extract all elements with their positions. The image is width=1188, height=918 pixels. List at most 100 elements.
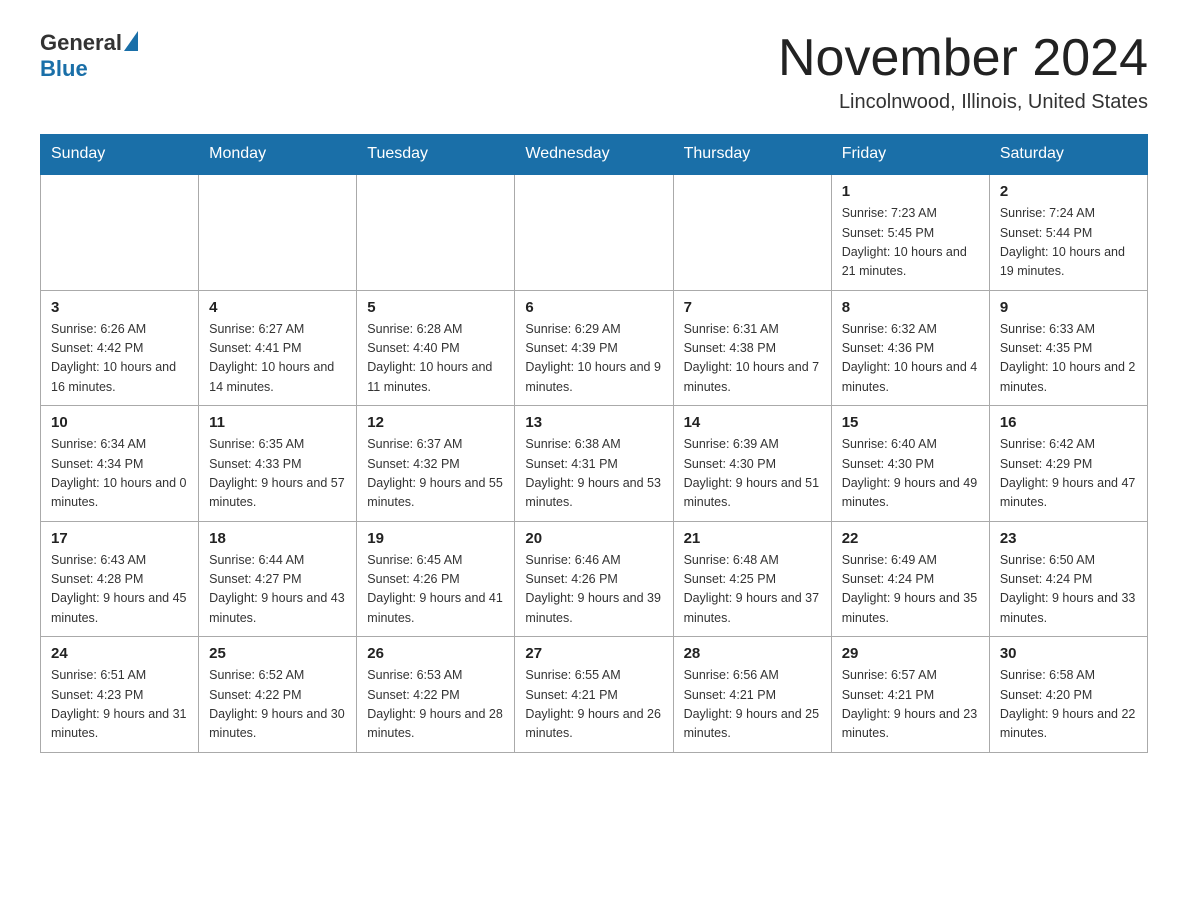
day-info: Sunrise: 6:34 AM Sunset: 4:34 PM Dayligh… xyxy=(51,435,188,513)
day-number: 12 xyxy=(367,414,504,431)
day-number: 22 xyxy=(842,530,979,547)
calendar-cell: 4 Sunrise: 6:27 AM Sunset: 4:41 PM Daylig… xyxy=(199,290,357,406)
day-info: Sunrise: 6:32 AM Sunset: 4:36 PM Dayligh… xyxy=(842,320,979,398)
calendar-cell: 10 Sunrise: 6:34 AM Sunset: 4:34 PM Dayli… xyxy=(41,406,199,522)
day-number: 13 xyxy=(525,414,662,431)
calendar-cell: 1 Sunrise: 7:23 AM Sunset: 5:45 PM Daylig… xyxy=(831,174,989,290)
calendar-cell: 5Sunrise: 6:28 AM Sunset: 4:40 PM Daylig… xyxy=(357,290,515,406)
calendar-cell: 14 Sunrise: 6:39 AM Sunset: 4:30 PM Dayli… xyxy=(673,406,831,522)
weekday-header-friday: Friday xyxy=(831,135,989,175)
day-info: Sunrise: 6:42 AM Sunset: 4:29 PM Dayligh… xyxy=(1000,435,1137,513)
calendar-cell xyxy=(357,174,515,290)
day-number: 3 xyxy=(51,299,188,316)
weekday-header-saturday: Saturday xyxy=(989,135,1147,175)
calendar-subtitle: Lincolnwood, Illinois, United States xyxy=(778,91,1148,114)
week-row-3: 10 Sunrise: 6:34 AM Sunset: 4:34 PM Dayli… xyxy=(41,406,1148,522)
weekday-header-sunday: Sunday xyxy=(41,135,199,175)
calendar-cell: 2 Sunrise: 7:24 AM Sunset: 5:44 PM Daylig… xyxy=(989,174,1147,290)
day-info: Sunrise: 6:26 AM Sunset: 4:42 PM Dayligh… xyxy=(51,320,188,398)
day-number: 20 xyxy=(525,530,662,547)
calendar-cell: 12 Sunrise: 6:37 AM Sunset: 4:32 PM Dayli… xyxy=(357,406,515,522)
logo-general-text: General xyxy=(40,30,122,56)
calendar-cell: 25 Sunrise: 6:52 AM Sunset: 4:22 PM Dayli… xyxy=(199,637,357,753)
weekday-header-tuesday: Tuesday xyxy=(357,135,515,175)
calendar-cell: 20 Sunrise: 6:46 AM Sunset: 4:26 PM Dayli… xyxy=(515,521,673,637)
page-header: General Blue November 2024 Lincolnwood, … xyxy=(40,30,1148,114)
day-info: Sunrise: 6:56 AM Sunset: 4:21 PM Dayligh… xyxy=(684,666,821,744)
day-info: Sunrise: 7:23 AM Sunset: 5:45 PM Dayligh… xyxy=(842,204,979,282)
calendar-cell: 7 Sunrise: 6:31 AM Sunset: 4:38 PM Daylig… xyxy=(673,290,831,406)
day-info: Sunrise: 6:46 AM Sunset: 4:26 PM Dayligh… xyxy=(525,551,662,629)
calendar-cell: 23 Sunrise: 6:50 AM Sunset: 4:24 PM Dayli… xyxy=(989,521,1147,637)
day-number: 21 xyxy=(684,530,821,547)
week-row-2: 3 Sunrise: 6:26 AM Sunset: 4:42 PM Daylig… xyxy=(41,290,1148,406)
day-number: 27 xyxy=(525,645,662,662)
day-info: Sunrise: 6:50 AM Sunset: 4:24 PM Dayligh… xyxy=(1000,551,1137,629)
logo: General Blue xyxy=(40,30,138,82)
day-number: 1 xyxy=(842,183,979,200)
logo-triangle-icon xyxy=(124,31,138,51)
day-number: 19 xyxy=(367,530,504,547)
day-number: 4 xyxy=(209,299,346,316)
day-number: 2 xyxy=(1000,183,1137,200)
calendar-cell: 27 Sunrise: 6:55 AM Sunset: 4:21 PM Dayli… xyxy=(515,637,673,753)
calendar-cell: 18 Sunrise: 6:44 AM Sunset: 4:27 PM Dayli… xyxy=(199,521,357,637)
day-info: Sunrise: 6:40 AM Sunset: 4:30 PM Dayligh… xyxy=(842,435,979,513)
day-info: Sunrise: 6:37 AM Sunset: 4:32 PM Dayligh… xyxy=(367,435,504,513)
calendar-cell: 11 Sunrise: 6:35 AM Sunset: 4:33 PM Dayli… xyxy=(199,406,357,522)
calendar-cell xyxy=(673,174,831,290)
day-number: 30 xyxy=(1000,645,1137,662)
calendar-cell: 24 Sunrise: 6:51 AM Sunset: 4:23 PM Dayli… xyxy=(41,637,199,753)
calendar-cell: 13Sunrise: 6:38 AM Sunset: 4:31 PM Dayli… xyxy=(515,406,673,522)
day-number: 10 xyxy=(51,414,188,431)
day-number: 25 xyxy=(209,645,346,662)
day-info: Sunrise: 7:24 AM Sunset: 5:44 PM Dayligh… xyxy=(1000,204,1137,282)
day-number: 5 xyxy=(367,299,504,316)
calendar-title: November 2024 xyxy=(778,30,1148,87)
weekday-header-wednesday: Wednesday xyxy=(515,135,673,175)
day-info: Sunrise: 6:55 AM Sunset: 4:21 PM Dayligh… xyxy=(525,666,662,744)
day-number: 28 xyxy=(684,645,821,662)
logo-blue-text: Blue xyxy=(40,56,88,82)
day-info: Sunrise: 6:45 AM Sunset: 4:26 PM Dayligh… xyxy=(367,551,504,629)
day-number: 14 xyxy=(684,414,821,431)
weekday-header-monday: Monday xyxy=(199,135,357,175)
title-section: November 2024 Lincolnwood, Illinois, Uni… xyxy=(778,30,1148,114)
day-number: 26 xyxy=(367,645,504,662)
day-info: Sunrise: 6:33 AM Sunset: 4:35 PM Dayligh… xyxy=(1000,320,1137,398)
calendar-cell: 17 Sunrise: 6:43 AM Sunset: 4:28 PM Dayli… xyxy=(41,521,199,637)
day-info: Sunrise: 6:39 AM Sunset: 4:30 PM Dayligh… xyxy=(684,435,821,513)
day-number: 23 xyxy=(1000,530,1137,547)
day-info: Sunrise: 6:27 AM Sunset: 4:41 PM Dayligh… xyxy=(209,320,346,398)
day-number: 7 xyxy=(684,299,821,316)
day-info: Sunrise: 6:44 AM Sunset: 4:27 PM Dayligh… xyxy=(209,551,346,629)
calendar-cell: 30 Sunrise: 6:58 AM Sunset: 4:20 PM Dayli… xyxy=(989,637,1147,753)
day-number: 11 xyxy=(209,414,346,431)
calendar-cell: 22Sunrise: 6:49 AM Sunset: 4:24 PM Dayli… xyxy=(831,521,989,637)
calendar-cell xyxy=(41,174,199,290)
day-number: 18 xyxy=(209,530,346,547)
calendar-cell xyxy=(199,174,357,290)
day-info: Sunrise: 6:58 AM Sunset: 4:20 PM Dayligh… xyxy=(1000,666,1137,744)
day-info: Sunrise: 6:31 AM Sunset: 4:38 PM Dayligh… xyxy=(684,320,821,398)
week-row-5: 24 Sunrise: 6:51 AM Sunset: 4:23 PM Dayli… xyxy=(41,637,1148,753)
calendar-cell: 8 Sunrise: 6:32 AM Sunset: 4:36 PM Daylig… xyxy=(831,290,989,406)
day-info: Sunrise: 6:48 AM Sunset: 4:25 PM Dayligh… xyxy=(684,551,821,629)
day-number: 16 xyxy=(1000,414,1137,431)
day-number: 15 xyxy=(842,414,979,431)
week-row-4: 17 Sunrise: 6:43 AM Sunset: 4:28 PM Dayli… xyxy=(41,521,1148,637)
weekday-header-thursday: Thursday xyxy=(673,135,831,175)
calendar-cell: 28 Sunrise: 6:56 AM Sunset: 4:21 PM Dayli… xyxy=(673,637,831,753)
day-number: 17 xyxy=(51,530,188,547)
day-info: Sunrise: 6:29 AM Sunset: 4:39 PM Dayligh… xyxy=(525,320,662,398)
day-info: Sunrise: 6:57 AM Sunset: 4:21 PM Dayligh… xyxy=(842,666,979,744)
day-info: Sunrise: 6:35 AM Sunset: 4:33 PM Dayligh… xyxy=(209,435,346,513)
day-info: Sunrise: 6:43 AM Sunset: 4:28 PM Dayligh… xyxy=(51,551,188,629)
day-info: Sunrise: 6:51 AM Sunset: 4:23 PM Dayligh… xyxy=(51,666,188,744)
calendar-cell: 3 Sunrise: 6:26 AM Sunset: 4:42 PM Daylig… xyxy=(41,290,199,406)
day-number: 24 xyxy=(51,645,188,662)
week-row-1: 1 Sunrise: 7:23 AM Sunset: 5:45 PM Daylig… xyxy=(41,174,1148,290)
day-number: 8 xyxy=(842,299,979,316)
calendar-cell: 15 Sunrise: 6:40 AM Sunset: 4:30 PM Dayli… xyxy=(831,406,989,522)
day-info: Sunrise: 6:52 AM Sunset: 4:22 PM Dayligh… xyxy=(209,666,346,744)
